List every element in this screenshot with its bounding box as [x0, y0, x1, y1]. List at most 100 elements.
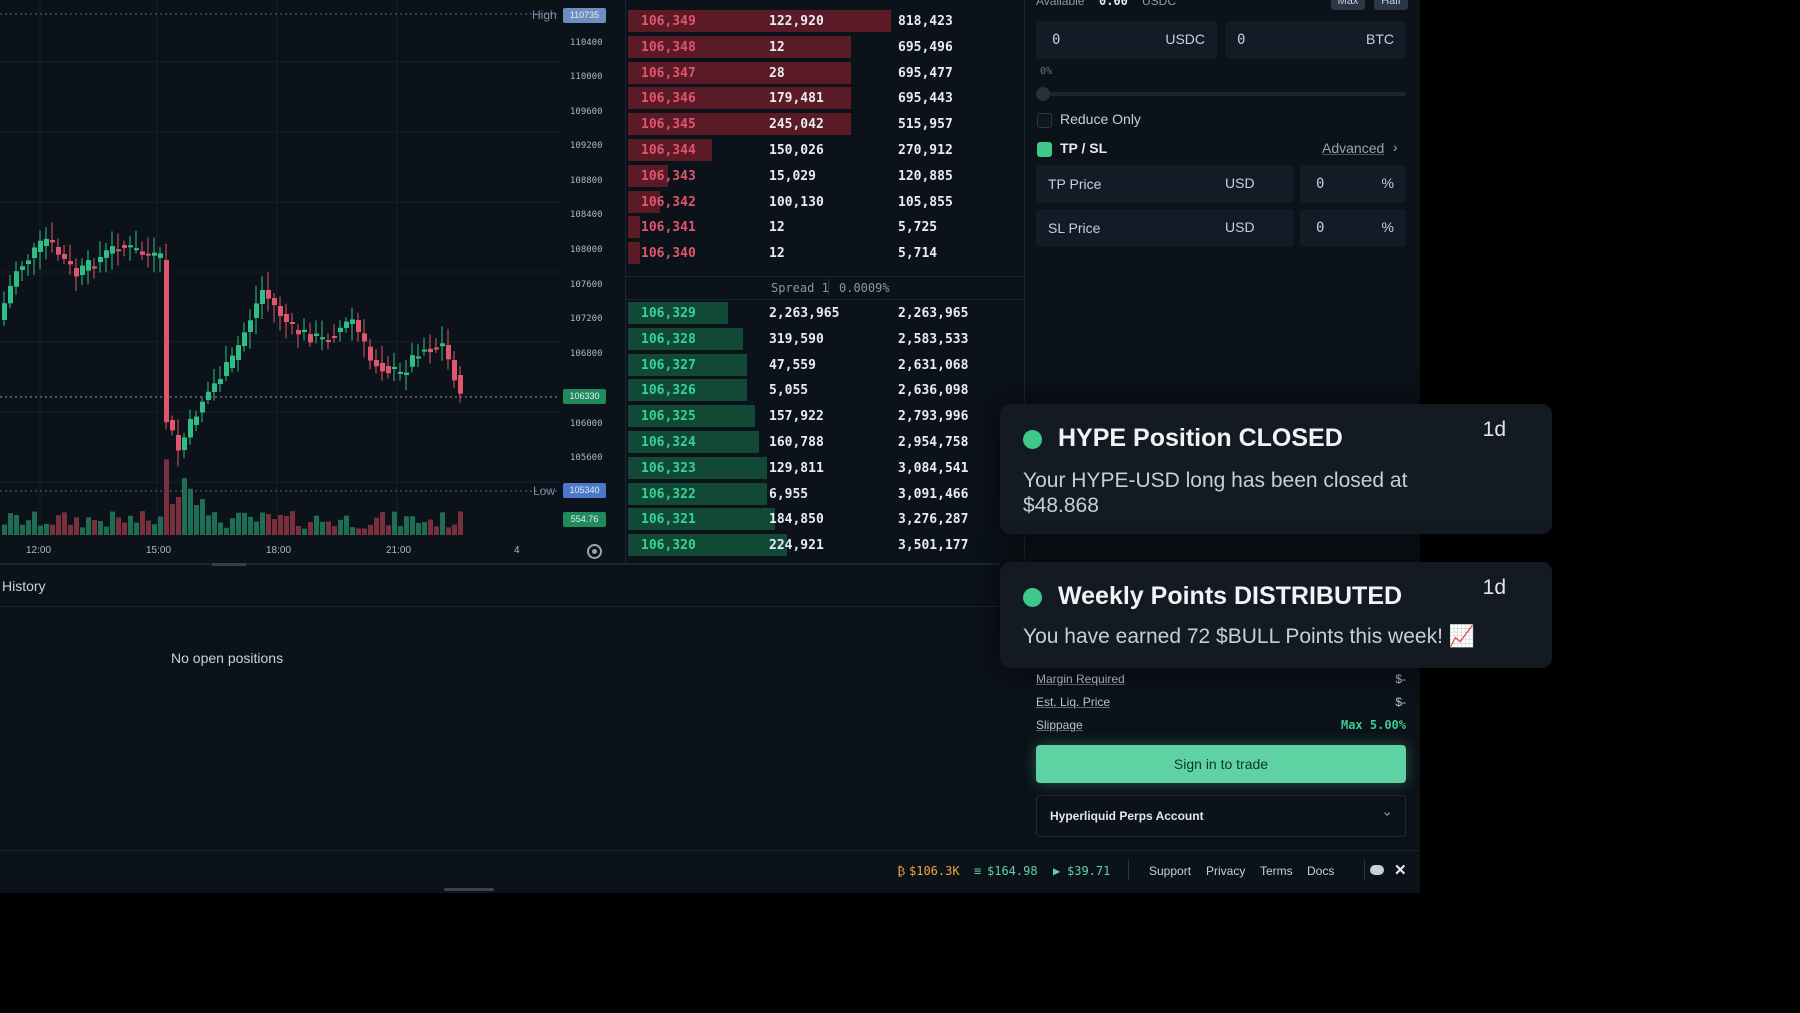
available-unit: USDC [1142, 0, 1177, 8]
volume-bar [260, 512, 265, 535]
volume-bar [86, 517, 91, 535]
no-positions-message: No open positions [171, 650, 284, 666]
ask-row[interactable]: 106,348 12 695,496 [626, 34, 1024, 60]
price-chart[interactable]: 110400 110000 109600 109200 108800 108400 1080… [0, 0, 1000, 566]
sl-percent-input[interactable]: 0 % [1300, 209, 1406, 247]
volume-bar [176, 496, 181, 535]
size-slider-handle[interactable] [1036, 87, 1050, 101]
docs-link[interactable]: Docs [1307, 864, 1334, 878]
tp-price-input[interactable]: TP Price USD [1036, 165, 1294, 203]
sign-in-to-trade-button[interactable]: Sign in to trade [1036, 745, 1406, 783]
ask-total: 695,477 [898, 65, 953, 81]
volume-bar [332, 526, 337, 535]
volume-bar [188, 488, 193, 535]
bid-size: 319,590 [769, 331, 824, 347]
volume-bar [98, 521, 103, 535]
candle-body [254, 303, 259, 318]
usdc-amount-input[interactable]: 0 USDC [1036, 21, 1217, 59]
btc-amount-input[interactable]: 0 BTC [1225, 21, 1406, 59]
x-icon[interactable]: ✕ [1394, 861, 1407, 879]
y-tick-label: 107600 [570, 280, 603, 290]
bid-row[interactable]: 106,328 319,590 2,583,533 [626, 326, 1024, 352]
bid-total: 2,583,533 [898, 331, 969, 347]
candle-body [308, 334, 313, 343]
notification-age: 1d [1482, 576, 1506, 599]
hype-price: $39.71 [1067, 864, 1111, 878]
candle-body [368, 346, 373, 361]
max-button[interactable]: Max [1331, 0, 1365, 10]
ask-total: 270,912 [898, 143, 953, 158]
notification-position-closed[interactable]: HYPE Position CLOSED 1d Your HYPE-USD lo… [1000, 404, 1552, 534]
ask-row[interactable]: 106,341 12 5,725 [626, 214, 1024, 240]
bid-row[interactable]: 106,323 129,811 3,084,541 [626, 455, 1024, 481]
ask-row[interactable]: 106,344 150,026 270,912 [626, 137, 1024, 163]
advanced-link[interactable]: Advanced [1322, 140, 1384, 156]
horizontal-scrollbar[interactable] [444, 888, 494, 891]
bid-size: 6,955 [769, 486, 809, 502]
slider-percent: 0% [1040, 66, 1053, 77]
btc-amount-value: 0 [1237, 32, 1246, 48]
bid-size: 47,559 [769, 357, 816, 373]
low-price-tag: 105340 [563, 483, 606, 498]
candle-body [134, 248, 139, 251]
support-link[interactable]: Support [1149, 864, 1191, 878]
size-slider-track[interactable] [1043, 92, 1406, 96]
tpsl-checkbox[interactable] [1037, 142, 1052, 157]
bid-total: 2,954,758 [898, 435, 969, 450]
bid-row[interactable]: 106,324 160,788 2,954,758 [626, 429, 1024, 455]
sl-price-input[interactable]: SL Price USD [1036, 209, 1294, 247]
usdc-unit: USDC [1165, 31, 1205, 47]
bid-row[interactable]: 106,326 5,055 2,636,098 [626, 377, 1024, 403]
terms-link[interactable]: Terms [1260, 864, 1293, 878]
y-tick-label: 108400 [570, 210, 603, 220]
slippage-label[interactable]: Slippage [1036, 718, 1083, 732]
ask-row[interactable]: 106,343 15,029 120,885 [626, 163, 1024, 189]
half-button[interactable]: Half [1374, 0, 1408, 10]
bid-row[interactable]: 106,320 224,921 3,501,177 [626, 532, 1024, 558]
bid-row[interactable]: 106,327 47,559 2,631,068 [626, 352, 1024, 378]
volume-bar [296, 525, 301, 535]
tab-history[interactable]: History [2, 578, 46, 594]
y-tick-label: 106000 [570, 419, 603, 429]
bid-row[interactable]: 106,321 184,850 3,276,287 [626, 506, 1024, 532]
ask-total: 818,423 [898, 14, 953, 29]
ask-row[interactable]: 106,346 179,481 695,443 [626, 85, 1024, 111]
bid-price: 106,324 [641, 435, 696, 450]
candle-body [98, 257, 103, 263]
ask-row[interactable]: 106,342 100,130 105,855 [626, 189, 1024, 215]
privacy-link[interactable]: Privacy [1206, 864, 1245, 878]
spread-label: Spread 1 [771, 281, 829, 295]
candle-body [314, 333, 319, 336]
tp-percent-input[interactable]: 0 % [1300, 165, 1406, 203]
discord-icon[interactable] [1370, 865, 1384, 875]
eth-price: $164.98 [987, 864, 1038, 878]
chevron-right-icon[interactable]: › [1393, 139, 1398, 155]
volume-bar [44, 523, 49, 535]
volume-bar [158, 516, 163, 535]
ask-row[interactable]: 106,347 28 695,477 [626, 60, 1024, 86]
candle-body [14, 271, 19, 287]
ask-row[interactable]: 106,345 245,042 515,957 [626, 111, 1024, 137]
bid-total: 3,091,466 [898, 486, 969, 502]
account-selector[interactable]: Hyperliquid Perps Account › [1036, 795, 1406, 837]
bid-row[interactable]: 106,329 2,263,965 2,263,965 [626, 300, 1024, 326]
ask-total: 5,714 [898, 246, 938, 262]
candle-body [170, 420, 175, 431]
reduce-only-checkbox[interactable] [1037, 113, 1052, 128]
volume-bar [248, 516, 253, 535]
ask-row[interactable]: 106,349 122,920 818,423 [626, 8, 1024, 34]
gear-icon[interactable] [587, 544, 602, 559]
slippage-value[interactable]: Max 5.00% [1341, 718, 1406, 732]
ask-size: 245,042 [769, 117, 824, 133]
candlestick-chart[interactable] [0, 0, 625, 565]
bid-row[interactable]: 106,322 6,955 3,091,466 [626, 481, 1024, 507]
current-price-tag: 106330 [563, 389, 606, 404]
bid-row[interactable]: 106,325 157,922 2,793,996 [626, 403, 1024, 429]
notification-message: Your HYPE-USD long has been closed at $4… [1023, 469, 1408, 517]
ask-price: 106,346 [641, 91, 696, 107]
notification-points-distributed[interactable]: Weekly Points DISTRIBUTED 1d You have ea… [1000, 562, 1552, 668]
chart-resize-handle[interactable] [212, 563, 246, 566]
ask-row[interactable]: 106,340 12 5,714 [626, 240, 1024, 266]
volume-bar [434, 526, 439, 535]
candle-body [104, 250, 109, 258]
